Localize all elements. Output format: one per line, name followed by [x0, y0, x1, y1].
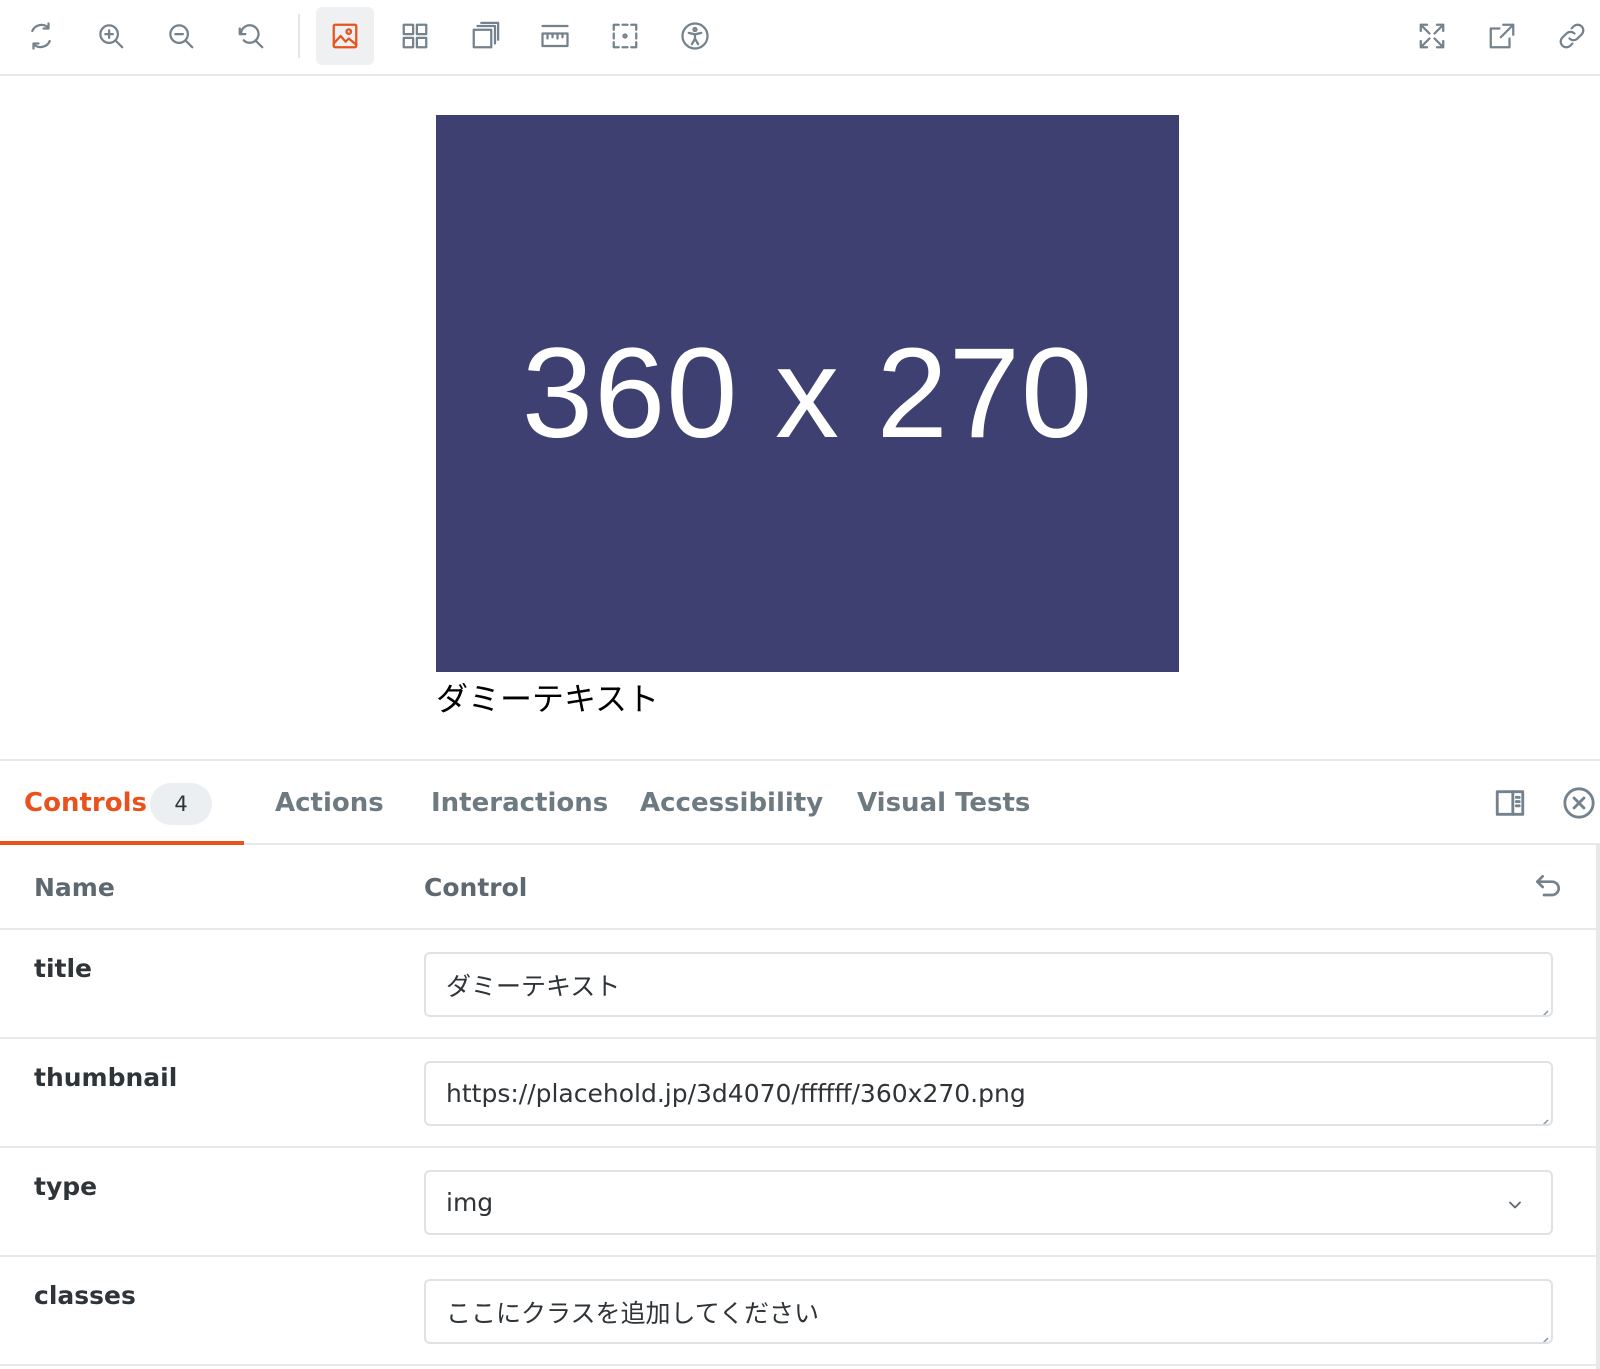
sidebar-toggle-icon: [1495, 790, 1525, 816]
zoom-reset-icon: [238, 24, 264, 49]
control-name: thumbnail: [34, 1063, 178, 1092]
thumbnail-label: 360 x 270: [521, 322, 1094, 465]
ruler-icon: [541, 24, 569, 48]
link-icon: [1559, 23, 1585, 49]
control-name: type: [34, 1172, 98, 1201]
grid-button[interactable]: [386, 7, 444, 65]
field-value: ダミーテキスト: [446, 971, 621, 1001]
resize-handle-icon[interactable]: [1535, 1108, 1549, 1124]
tab-controls-label: Controls: [24, 788, 147, 818]
outline-button[interactable]: [456, 7, 514, 65]
resize-handle-icon[interactable]: [1535, 1326, 1549, 1342]
resize-handle-icon[interactable]: [1535, 999, 1549, 1015]
remount-button[interactable]: [12, 7, 70, 65]
control-name: classes: [34, 1281, 136, 1310]
column-header-name: Name: [34, 873, 115, 902]
preview-toolbar: [0, 0, 1600, 76]
control-row-title: title ダミーテキスト: [0, 930, 1600, 1039]
tab-visual-tests[interactable]: Visual Tests: [857, 761, 1030, 845]
column-header-control: Control: [424, 873, 528, 902]
tab-accessibility[interactable]: Accessibility: [640, 761, 823, 845]
refresh-icon: [31, 22, 51, 50]
zoom-reset-button[interactable]: [222, 7, 280, 65]
controls-table-header: Name Control: [0, 845, 1600, 930]
open-new-tab-button[interactable]: [1473, 7, 1531, 65]
select-value: img: [446, 1188, 494, 1217]
fullscreen-button[interactable]: [1403, 7, 1461, 65]
controls-table: Name Control title ダミーテキスト thumbnail htt…: [0, 845, 1600, 1366]
accessibility-button[interactable]: [666, 7, 724, 65]
controls-count-badge: 4: [150, 783, 212, 825]
addon-tabs: Controls 4 Actions Interactions Accessib…: [0, 761, 1600, 846]
tab-actions[interactable]: Actions: [275, 761, 384, 845]
external-link-icon: [1489, 23, 1515, 49]
reset-controls-button[interactable]: [1532, 871, 1564, 903]
tab-interactions-label: Interactions: [431, 788, 609, 818]
title-textarea[interactable]: ダミーテキスト: [424, 952, 1553, 1017]
viewport-icon: [612, 23, 638, 49]
control-name: title: [34, 954, 92, 983]
close-circle-icon: [1563, 787, 1595, 819]
zoom-out-icon: [169, 24, 194, 49]
field-value: ここにクラスを追加してください: [446, 1298, 820, 1328]
control-row-type: type img: [0, 1148, 1600, 1257]
viewport-button[interactable]: [596, 7, 654, 65]
classes-textarea[interactable]: ここにクラスを追加してください: [424, 1279, 1553, 1344]
copy-link-button[interactable]: [1543, 7, 1600, 65]
field-value: https://placehold.jp/3d4070/ffffff/360x2…: [446, 1079, 1026, 1108]
addon-panel: Controls 4 Actions Interactions Accessib…: [0, 759, 1600, 1369]
tab-accessibility-label: Accessibility: [640, 788, 824, 818]
toolbar-divider: [298, 14, 300, 58]
grid-icon: [402, 23, 428, 49]
tab-actions-label: Actions: [275, 788, 384, 818]
control-row-thumbnail: thumbnail https://placehold.jp/3d4070/ff…: [0, 1039, 1600, 1148]
panel-scrollbar[interactable]: [1596, 845, 1600, 1369]
panel-orientation-button[interactable]: [1493, 786, 1527, 820]
measure-button[interactable]: [526, 7, 584, 65]
thumbnail-image: 360 x 270: [436, 115, 1179, 672]
zoom-in-icon: [99, 24, 124, 49]
tab-controls[interactable]: Controls: [24, 761, 147, 845]
card-title: ダミーテキスト: [436, 680, 660, 718]
tab-visual-tests-label: Visual Tests: [857, 788, 1031, 818]
undo-icon: [1536, 875, 1560, 897]
background-image-icon: [332, 23, 358, 49]
tab-interactions[interactable]: Interactions: [431, 761, 608, 845]
fullscreen-icon: [1419, 23, 1445, 49]
outline-icon: [472, 21, 500, 49]
zoom-in-button[interactable]: [82, 7, 140, 65]
control-row-classes: classes ここにクラスを追加してください: [0, 1257, 1600, 1366]
thumbnail-textarea[interactable]: https://placehold.jp/3d4070/ffffff/360x2…: [424, 1061, 1553, 1126]
type-select[interactable]: img: [424, 1170, 1553, 1235]
chevron-down-icon: [1505, 1192, 1525, 1212]
close-panel-button[interactable]: [1562, 786, 1596, 820]
background-button[interactable]: [316, 7, 374, 65]
accessibility-icon: [681, 22, 709, 50]
story-preview: 360 x 270 ダミーテキスト: [0, 76, 1600, 759]
zoom-out-button[interactable]: [152, 7, 210, 65]
